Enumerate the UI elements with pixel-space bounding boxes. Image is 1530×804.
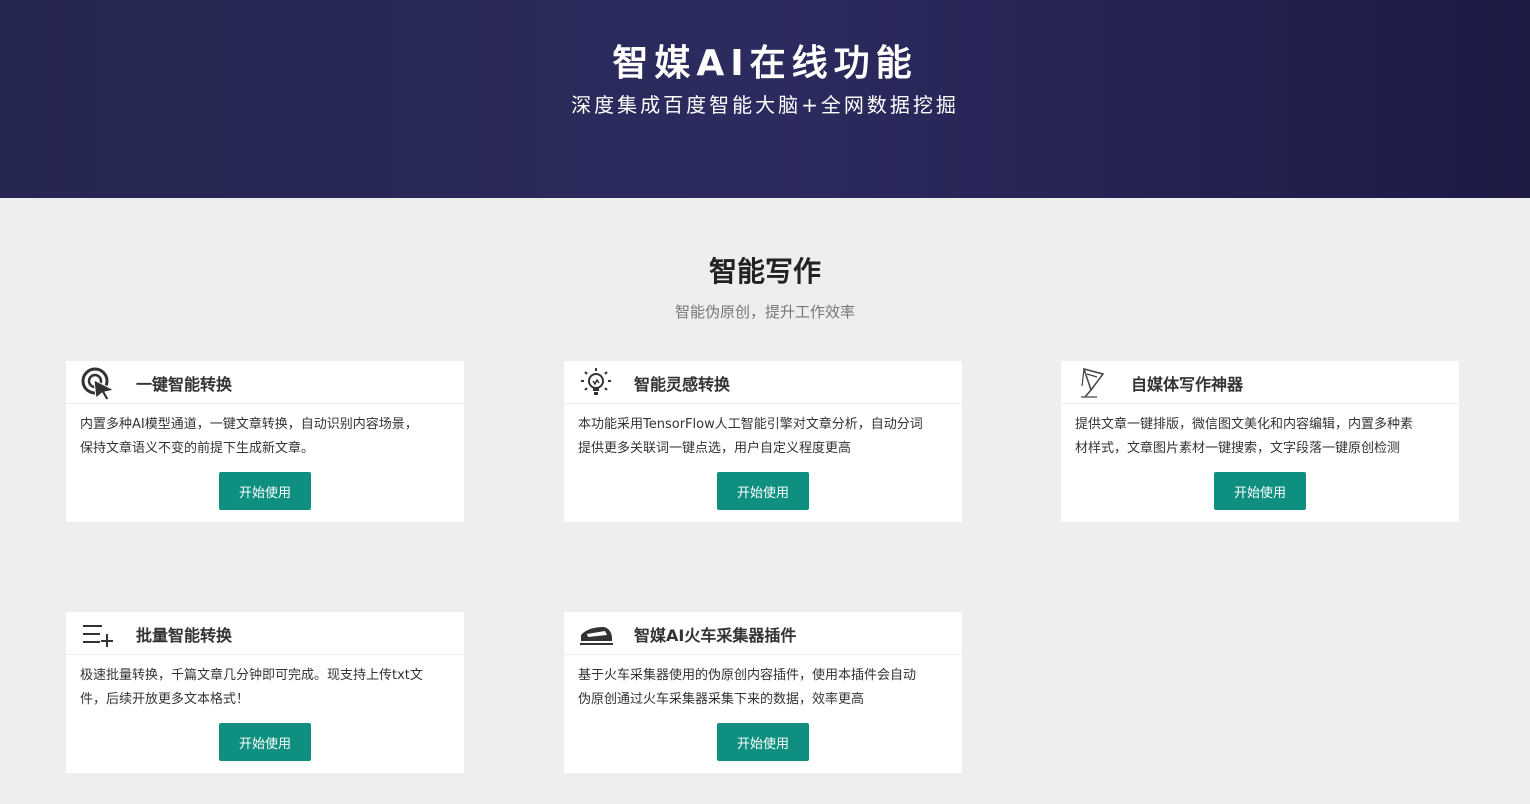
feature-card-media-writing-tool: 自媒体写作神器 提供文章一键排版，微信图文美化和内容编辑，内置多种素 材样式，文… [1061,361,1459,522]
card-header: 智媒AI火车采集器插件 [564,612,962,655]
hero-banner: 智媒AI在线功能 深度集成百度智能大脑+全网数据挖掘 [0,0,1530,198]
train-icon [578,617,614,651]
card-header: 批量智能转换 [66,612,464,655]
card-title: 自媒体写作神器 [1131,375,1244,394]
hero-subtitle: 深度集成百度智能大脑+全网数据挖掘 [571,93,959,117]
section-subtitle: 智能伪原创，提升工作效率 [674,303,855,321]
card-title: 批量智能转换 [136,626,233,645]
start-using-button[interactable]: 开始使用 [717,723,809,761]
card-title: 一键智能转换 [136,375,233,394]
card-description: 提供文章一键排版，微信图文美化和内容编辑，内置多种素 材样式，文章图片素材一键搜… [1075,417,1414,456]
start-using-button[interactable]: 开始使用 [717,472,809,510]
card-header: 自媒体写作神器 [1061,361,1459,404]
start-using-button[interactable]: 开始使用 [1214,472,1306,510]
card-description: 基于火车采集器使用的伪原创内容插件，使用本插件会自动 伪原创通过火车采集器采集下… [578,668,917,707]
card-header: 智能灵感转换 [564,361,962,404]
start-using-button[interactable]: 开始使用 [219,723,311,761]
lightbulb-icon [578,366,614,400]
card-description: 内置多种AI模型通道，一键文章转换，自动识别内容场景， 保持文章语义不变的前提下… [80,417,418,456]
card-description: 本功能采用TensorFlow人工智能引擎对文章分析，自动分词 提供更多关联词一… [578,417,923,456]
section-title: 智能写作 [708,255,821,288]
feature-card-inspiration-convert: 智能灵感转换 本功能采用TensorFlow人工智能引擎对文章分析，自动分词 提… [564,361,962,522]
hero-title: 智媒AI在线功能 [612,43,918,84]
list-add-icon [80,617,116,651]
pen-nib-icon [1075,366,1111,400]
start-using-button[interactable]: 开始使用 [219,472,311,510]
cursor-target-icon [80,366,116,400]
card-title: 智能灵感转换 [634,375,731,394]
feature-card-one-click-convert: 一键智能转换 内置多种AI模型通道，一键文章转换，自动识别内容场景， 保持文章语… [66,361,464,522]
feature-card-train-collector-plugin: 智媒AI火车采集器插件 基于火车采集器使用的伪原创内容插件，使用本插件会自动 伪… [564,612,962,773]
feature-card-batch-convert: 批量智能转换 极速批量转换，千篇文章几分钟即可完成。现支持上传txt文 件，后续… [66,612,464,773]
card-description: 极速批量转换，千篇文章几分钟即可完成。现支持上传txt文 件，后续开放更多文本格… [80,668,423,707]
card-title: 智媒AI火车采集器插件 [634,626,797,645]
card-header: 一键智能转换 [66,361,464,404]
